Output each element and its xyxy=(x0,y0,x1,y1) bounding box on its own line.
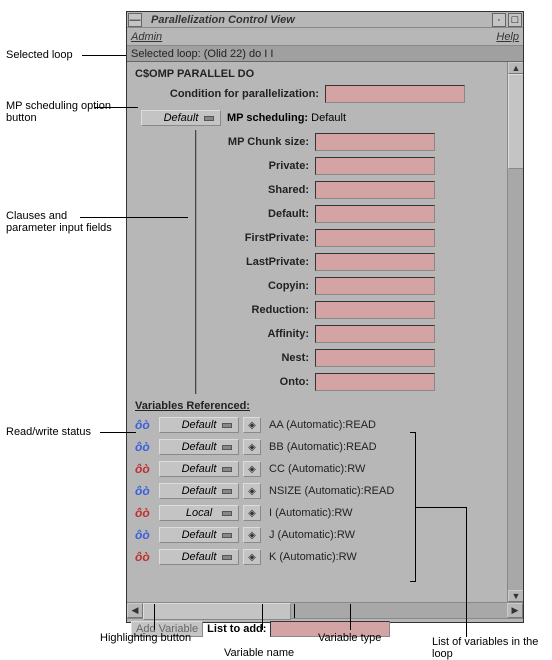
variables-section: Variables Referenced: ôòDefault◈AA (Auto… xyxy=(135,400,503,568)
variable-text: BB (Automatic):READ xyxy=(265,441,377,453)
callout-selected-loop: Selected loop xyxy=(6,49,73,61)
clause-label: Default: xyxy=(205,208,315,220)
menu-admin[interactable]: Admin xyxy=(131,31,162,43)
clause-label: Nest: xyxy=(205,352,315,364)
clause-field[interactable] xyxy=(315,157,435,175)
variable-text: I (Automatic):RW xyxy=(265,507,353,519)
variable-text: J (Automatic):RW xyxy=(265,529,355,541)
rw-status-icon: ôò xyxy=(135,462,155,476)
rw-status-icon: ôò xyxy=(135,418,155,432)
clause-field[interactable] xyxy=(315,229,435,247)
callout-hl-button: Highlighting button xyxy=(100,632,191,644)
clause-label: Private: xyxy=(205,160,315,172)
clause-field[interactable] xyxy=(315,181,435,199)
scroll-left-icon[interactable]: ◀ xyxy=(127,603,143,618)
variable-row: ôò Default◈ J (Automatic):RW xyxy=(135,524,503,546)
cond-label: Condition for parallelization: xyxy=(135,88,325,100)
scope-button[interactable]: Local xyxy=(159,505,239,521)
mp-sched-label: MP scheduling: Default xyxy=(227,112,346,124)
variable-row: ôò Default◈ BB (Automatic):READ xyxy=(135,436,503,458)
variables-heading: Variables Referenced: xyxy=(135,400,503,412)
scope-button[interactable]: Default xyxy=(159,549,239,565)
highlight-button[interactable]: ◈ xyxy=(243,417,261,433)
scope-button[interactable]: Default xyxy=(159,527,239,543)
variable-text: K (Automatic):RW xyxy=(265,551,357,563)
rw-status-icon: ôò xyxy=(135,550,155,564)
highlight-button[interactable]: ◈ xyxy=(243,527,261,543)
highlight-button[interactable]: ◈ xyxy=(243,439,261,455)
clause-label: Copyin: xyxy=(205,280,315,292)
highlight-button[interactable]: ◈ xyxy=(243,483,261,499)
clause-label: Onto: xyxy=(205,376,315,388)
rw-status-icon: ôò xyxy=(135,484,155,498)
clause-field[interactable] xyxy=(315,277,435,295)
variable-row: ôò Default◈ CC (Automatic):RW xyxy=(135,458,503,480)
callout-var-name: Variable name xyxy=(224,647,294,659)
scroll-down-icon[interactable]: ▼ xyxy=(508,590,523,602)
scroll-right-icon[interactable]: ▶ xyxy=(507,603,523,618)
maximize-icon[interactable]: □ xyxy=(508,13,522,27)
clause-field[interactable] xyxy=(315,349,435,367)
highlight-button[interactable]: ◈ xyxy=(243,505,261,521)
highlight-button[interactable]: ◈ xyxy=(243,461,261,477)
variable-text: CC (Automatic):RW xyxy=(265,463,365,475)
clause-field[interactable] xyxy=(315,373,435,391)
scroll-up-icon[interactable]: ▲ xyxy=(508,62,523,74)
clause-field[interactable] xyxy=(315,301,435,319)
selected-loop-bar: Selected loop: (Olid 22) do I I xyxy=(127,46,523,62)
clause-field[interactable] xyxy=(315,205,435,223)
callout-rw-status: Read/write status xyxy=(6,426,91,438)
scope-button[interactable]: Default xyxy=(159,439,239,455)
clause-field[interactable] xyxy=(315,133,435,151)
scope-button[interactable]: Default xyxy=(159,417,239,433)
scope-button[interactable]: Default xyxy=(159,461,239,477)
list-to-add-label: List to add: xyxy=(207,623,266,635)
variable-text: NSIZE (Automatic):READ xyxy=(265,485,394,497)
mp-scheduling-button[interactable]: Default xyxy=(141,110,221,126)
clause-label: LastPrivate: xyxy=(205,256,315,268)
vertical-scrollbar[interactable]: ▲ ▼ xyxy=(507,62,523,602)
clause-label: MP Chunk size: xyxy=(205,136,315,148)
menu-help[interactable]: Help xyxy=(496,31,519,43)
variable-row: ôò Default◈ NSIZE (Automatic):READ xyxy=(135,480,503,502)
clause-label: Shared: xyxy=(205,184,315,196)
menubar: Admin Help xyxy=(127,28,523,46)
callout-var-type: Variable type xyxy=(318,632,381,644)
clause-field[interactable] xyxy=(315,253,435,271)
callout-var-list: List of variables in the loop xyxy=(432,636,542,660)
rw-status-icon: ôò xyxy=(135,528,155,542)
clauses-section: MP Chunk size: Private: Shared: Default: Fir… xyxy=(195,130,503,394)
cond-field[interactable] xyxy=(325,85,465,103)
variable-row: ôò Local◈ I (Automatic):RW xyxy=(135,502,503,524)
omp-heading: C$OMP PARALLEL DO xyxy=(135,68,503,80)
scope-button[interactable]: Default xyxy=(159,483,239,499)
parallelization-window: — Parallelization Control View · □ Admin… xyxy=(126,11,524,623)
highlight-button[interactable]: ◈ xyxy=(243,549,261,565)
content-area: C$OMP PARALLEL DO Condition for parallel… xyxy=(127,62,523,602)
minimize-icon[interactable]: · xyxy=(492,13,506,27)
callout-mp-option: MP scheduling option button xyxy=(6,100,116,124)
clause-label: Reduction: xyxy=(205,304,315,316)
clause-label: Affinity: xyxy=(205,328,315,340)
variable-row: ôò Default◈ K (Automatic):RW xyxy=(135,546,503,568)
clause-field[interactable] xyxy=(315,325,435,343)
rw-status-icon: ôò xyxy=(135,440,155,454)
clause-label: FirstPrivate: xyxy=(205,232,315,244)
window-title: Parallelization Control View xyxy=(143,14,491,26)
variable-row: ôò Default◈ AA (Automatic):READ xyxy=(135,414,503,436)
window-menu-icon[interactable]: — xyxy=(128,13,142,27)
callout-clauses: Clauses and parameter input fields xyxy=(6,210,116,234)
variable-text: AA (Automatic):READ xyxy=(265,419,376,431)
titlebar: — Parallelization Control View · □ xyxy=(127,12,523,28)
horizontal-scrollbar[interactable]: ◀ ▶ xyxy=(127,602,523,618)
rw-status-icon: ôò xyxy=(135,506,155,520)
